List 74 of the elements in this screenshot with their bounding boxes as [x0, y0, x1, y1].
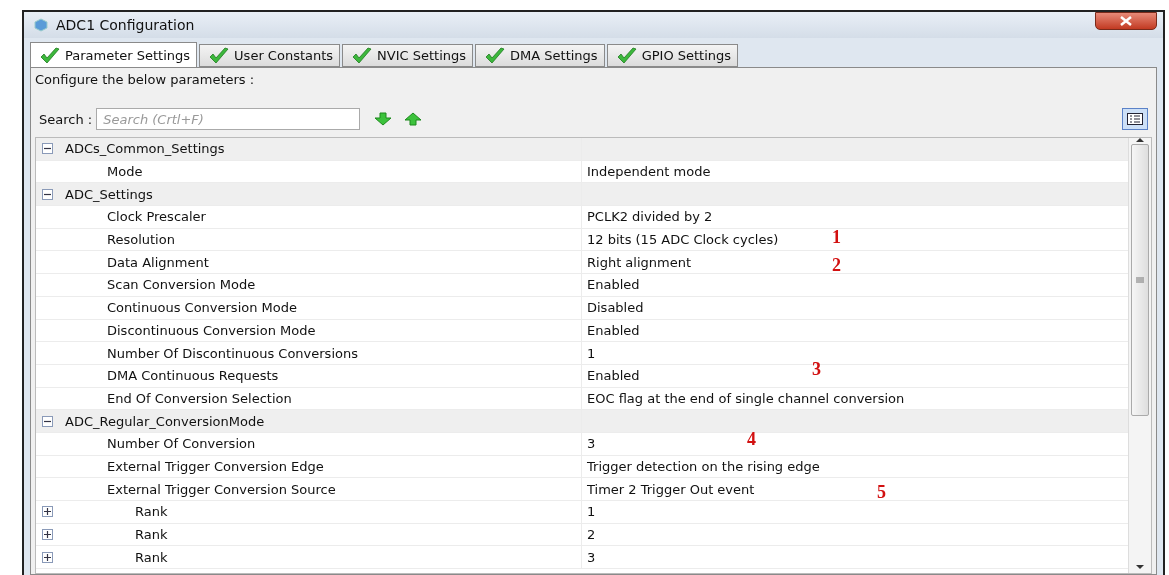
list-icon — [1127, 113, 1143, 125]
parameter-value: 2 — [587, 527, 596, 543]
scrollbar[interactable] — [1128, 138, 1151, 573]
group-name: ADC_Regular_ConversionMode — [65, 413, 265, 429]
search-field[interactable]: Search (Crtl+F) — [96, 108, 361, 130]
group-name: ADCs_Common_Settings — [65, 141, 225, 157]
parameter-value: Timer 2 Trigger Out event — [587, 481, 755, 497]
parameter-value: EOC flag at the end of single channel conversion — [587, 390, 905, 406]
annotation-number: 3 — [812, 358, 821, 380]
expand-button[interactable] — [42, 506, 53, 518]
tab[interactable]: GPIO Settings — [606, 44, 739, 67]
parameter-name: Clock Prescaler — [107, 209, 206, 225]
group-name: ADC_Settings — [65, 186, 153, 202]
parameter-value: 3 — [587, 549, 596, 565]
plus-icon — [44, 508, 51, 516]
collapse-button[interactable] — [42, 188, 53, 200]
parameter-value: Independent mode — [587, 164, 711, 180]
arrow-up-icon[interactable] — [404, 112, 423, 126]
parameter-name: Data Alignment — [107, 254, 209, 270]
window-title: ADC1 Configuration — [56, 17, 196, 33]
expand-button[interactable] — [42, 551, 53, 563]
parameter-name: Number Of Conversion — [107, 436, 256, 452]
parameter-value: PCLK2 divided by 2 — [587, 209, 713, 225]
cube-icon — [34, 18, 48, 32]
parameter-name: Resolution — [107, 232, 175, 248]
parameter-value: Enabled — [587, 277, 640, 293]
parameter-value: Right alignment — [587, 254, 692, 270]
annotation-number: 2 — [832, 255, 841, 277]
annotation-number: 5 — [877, 482, 886, 504]
parameter-name: Mode — [107, 164, 143, 180]
grip-icon — [1136, 277, 1144, 283]
checkmark-icon — [615, 46, 638, 65]
parameter-name: Rank — [135, 504, 168, 520]
parameter-name: Number Of Discontinuous Conversions — [107, 345, 358, 361]
expand-button[interactable] — [42, 529, 53, 541]
parameter-name: DMA Continuous Requests — [107, 368, 279, 384]
parameter-value: 12 bits (15 ADC Clock cycles) — [587, 232, 779, 248]
parameter-value: Trigger detection on the rising edge — [587, 458, 820, 474]
parameter-name: Rank — [135, 549, 168, 565]
annotation-number: 1 — [832, 226, 841, 248]
plus-icon — [44, 531, 51, 539]
scroll-down-icon[interactable] — [1136, 565, 1144, 569]
tab[interactable]: NVIC Settings — [342, 44, 474, 67]
parameter-name: Scan Conversion Mode — [107, 277, 256, 293]
parameter-name: Rank — [135, 527, 168, 543]
collapse-button[interactable] — [42, 143, 53, 155]
close-button[interactable] — [1095, 12, 1157, 30]
annotation-number: 4 — [747, 428, 756, 450]
parameter-value: 3 — [587, 436, 596, 452]
tab[interactable]: Parameter Settings — [30, 42, 198, 68]
parameter-name: Continuous Conversion Mode — [107, 300, 297, 316]
instruction-text: Configure the below parameters : — [35, 72, 256, 87]
search-label: Search : — [39, 111, 93, 127]
parameter-value: Enabled — [587, 368, 640, 384]
checkmark-icon — [208, 46, 231, 65]
tab[interactable]: User Constants — [199, 44, 341, 67]
parameter-name: External Trigger Conversion Source — [107, 481, 336, 497]
parameter-value: 1 — [587, 345, 596, 361]
parameter-name: External Trigger Conversion Edge — [107, 458, 324, 474]
tab[interactable]: DMA Settings — [475, 44, 605, 67]
parameter-value: 1 — [587, 504, 596, 520]
parameter-value: Disabled — [587, 300, 644, 316]
checkmark-icon — [39, 46, 61, 65]
close-icon — [1120, 16, 1132, 26]
collapse-button[interactable] — [42, 415, 53, 427]
arrow-down-icon[interactable] — [374, 112, 393, 126]
plus-icon — [44, 553, 51, 561]
checkmark-icon — [484, 46, 507, 65]
scroll-up-icon[interactable] — [1136, 138, 1144, 142]
list-view-button[interactable] — [1122, 108, 1148, 130]
checkmark-icon — [351, 46, 374, 65]
parameter-name: End Of Conversion Selection — [107, 390, 292, 406]
parameter-name: Discontinuous Conversion Mode — [107, 322, 316, 338]
parameter-value: Enabled — [587, 322, 640, 338]
